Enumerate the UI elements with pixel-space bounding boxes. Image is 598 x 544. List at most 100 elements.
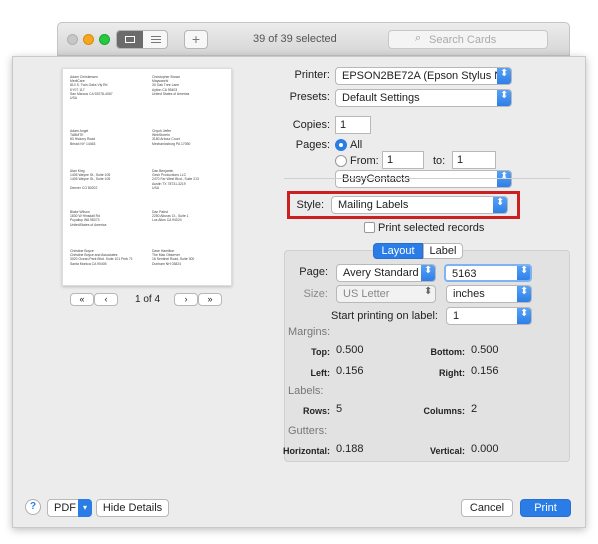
copies-field[interactable]: 1 — [335, 116, 371, 134]
chevron-updown-icon — [421, 265, 435, 281]
pdf-menu-button[interactable]: PDF ▾ — [47, 499, 92, 517]
size-value: US Letter — [343, 288, 390, 300]
chevron-updown-icon — [493, 197, 507, 213]
presets-popup[interactable]: Default Settings — [335, 89, 512, 107]
pdf-label: PDF — [54, 502, 76, 514]
pages-from-label: From: — [350, 155, 379, 167]
top-margin-value[interactable]: 0.500 — [336, 344, 364, 356]
tab-label[interactable]: Label — [423, 243, 463, 259]
tab-layout[interactable]: Layout — [373, 243, 423, 259]
units-value: inches — [453, 288, 485, 300]
preview-label: Christine Boyce Christine Boyce and Asso… — [70, 249, 133, 266]
pages-all-label: All — [350, 139, 363, 151]
style-value: Mailing Labels — [338, 199, 409, 211]
margins-heading: Margins: — [288, 326, 331, 338]
cancel-button[interactable]: Cancel — [461, 499, 513, 517]
right-margin-label: Right: — [439, 368, 465, 378]
preview-label: Adam Angel TABMTE 83 Hickory Road Bristo… — [70, 129, 96, 146]
selection-count: 39 of 39 selected — [253, 33, 337, 45]
print-selected-label: Print selected records — [378, 222, 485, 234]
printer-label: Printer: — [294, 69, 330, 81]
pages-from-field[interactable]: 1 — [382, 151, 424, 169]
chevron-updown-icon — [497, 90, 511, 106]
top-margin-label: Top: — [311, 347, 330, 357]
preview-label: Christopher Brown Maysworld 30 Oak Tree … — [152, 75, 190, 96]
printer-value: EPSON2BE72A (Epson Stylus N... — [342, 70, 512, 82]
app-options-value: BusyContacts — [342, 173, 410, 185]
size-label: Size: — [303, 288, 328, 300]
print-preview-page: Adam Christensen MediCare 810 S. Twin Oa… — [62, 68, 232, 286]
search-placeholder: Search Cards — [429, 34, 497, 46]
chevron-updown-icon — [497, 68, 511, 84]
preview-label: Chyoh Jeffer WebStoreIn 3180 Arbour Cour… — [152, 129, 191, 146]
columns-value[interactable]: 2 — [471, 403, 477, 415]
pages-to-field[interactable]: 1 — [452, 151, 496, 169]
list-view-icon[interactable] — [144, 31, 168, 48]
preview-label: Blake Wilson 1830 W Hinsdall Rd Puyallup… — [70, 210, 107, 227]
page-stock-popup[interactable]: Avery Standard — [336, 264, 436, 282]
preview-label: Dan Pabst 2250 Alturas Ct., Suite 1 Los … — [152, 210, 189, 223]
columns-label: Columns: — [423, 406, 466, 416]
chevron-updown-icon — [421, 286, 435, 302]
close-window-button[interactable] — [67, 34, 78, 45]
chevron-down-icon: ▾ — [78, 499, 92, 517]
start-label: Start printing on label: — [330, 310, 438, 322]
last-page-button[interactable]: » — [198, 293, 222, 306]
help-button[interactable]: ? — [25, 499, 41, 515]
pages-to-label: to: — [433, 155, 446, 167]
search-icon: ⌕ — [415, 32, 422, 44]
copies-label: Copies: — [292, 119, 330, 131]
printer-popup[interactable]: EPSON2BE72A (Epson Stylus N... — [335, 67, 512, 85]
chevron-updown-icon — [497, 171, 511, 187]
next-page-button[interactable]: › — [174, 293, 198, 306]
horizontal-gutter-label: Horizontal: — [283, 446, 330, 456]
preview-label: Dan Benjamin Gesh Productions LLC 2470 F… — [152, 169, 199, 190]
pages-from-radio[interactable] — [335, 155, 347, 167]
label-number-value: 5163 — [452, 268, 477, 280]
left-margin-value[interactable]: 0.156 — [336, 365, 364, 377]
size-popup: US Letter — [336, 285, 436, 303]
card-view-icon[interactable] — [117, 31, 143, 48]
bottom-margin-label: Bottom: — [430, 347, 466, 357]
style-label: Style: — [296, 199, 324, 211]
pages-label: Pages: — [295, 139, 330, 151]
labels-heading: Labels: — [288, 385, 324, 397]
style-popup[interactable]: Mailing Labels — [331, 196, 508, 214]
divider — [284, 178, 570, 179]
start-label-value: 1 — [453, 310, 460, 322]
page-stock-value: Avery Standard — [343, 267, 419, 279]
hide-details-button[interactable]: Hide Details — [96, 499, 169, 517]
rows-value[interactable]: 5 — [336, 403, 342, 415]
preview-label: Dave Hamilton The Mac Observer 16 Sentin… — [152, 249, 195, 266]
app-options-popup[interactable]: BusyContacts — [335, 170, 512, 188]
minimize-window-button[interactable] — [83, 34, 94, 45]
app-window-toolbar: + 39 of 39 selected ⌕ Search Cards — [57, 22, 570, 56]
print-button[interactable]: Print — [520, 499, 571, 517]
prev-page-button[interactable]: ‹ — [94, 293, 118, 306]
page-indicator: 1 of 4 — [135, 294, 161, 305]
start-label-popup[interactable]: 1 — [446, 307, 532, 325]
pages-all-radio[interactable] — [335, 139, 347, 151]
vertical-gutter-label: Vertical: — [429, 446, 465, 456]
add-card-button[interactable]: + — [184, 30, 208, 49]
print-selected-checkbox[interactable] — [364, 222, 375, 233]
vertical-gutter-value[interactable]: 0.000 — [471, 443, 499, 455]
rows-label: Rows: — [303, 406, 330, 416]
label-number-combo[interactable]: 5163 — [444, 264, 532, 282]
bottom-margin-value[interactable]: 0.500 — [471, 344, 499, 356]
first-page-button[interactable]: « — [70, 293, 94, 306]
view-toggle — [116, 30, 168, 49]
right-margin-value[interactable]: 0.156 — [471, 365, 499, 377]
preview-label: Alan King 1405 Wayne St., Suite 105 1405… — [70, 169, 111, 190]
presets-label: Presets: — [289, 91, 330, 103]
chevron-updown-icon — [517, 286, 531, 302]
units-popup[interactable]: inches — [446, 285, 532, 303]
preview-label: Adam Christensen MediCare 810 S. Twin Oa… — [70, 75, 113, 101]
search-field[interactable]: ⌕ Search Cards — [388, 30, 548, 49]
zoom-window-button[interactable] — [99, 34, 110, 45]
chevron-updown-icon — [517, 308, 531, 324]
gutters-heading: Gutters: — [288, 425, 328, 437]
chevron-down-icon — [517, 266, 530, 280]
page-label: Page: — [299, 266, 328, 278]
horizontal-gutter-value[interactable]: 0.188 — [336, 443, 364, 455]
